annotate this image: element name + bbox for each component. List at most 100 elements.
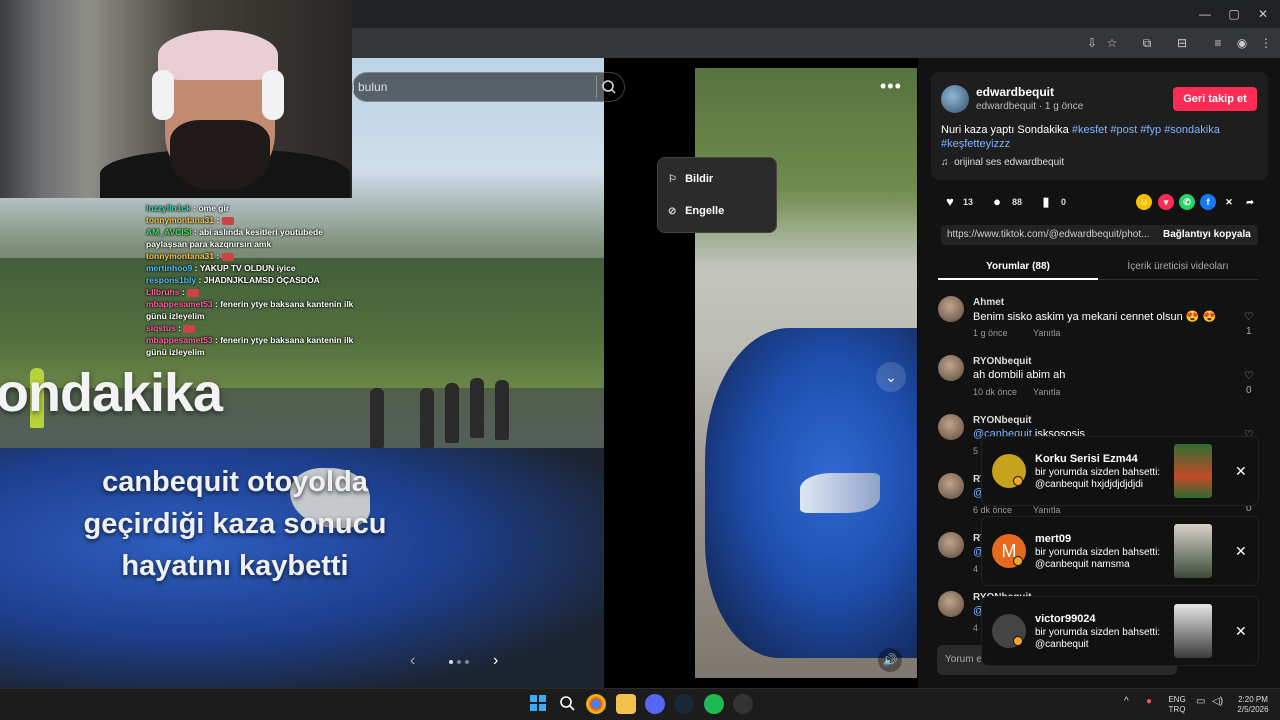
carousel-dot[interactable] [457, 660, 461, 664]
comment-icon[interactable]: ● [989, 194, 1005, 210]
steam-icon[interactable] [674, 694, 694, 714]
webcam-cap [158, 30, 278, 80]
discord-icon[interactable] [645, 694, 665, 714]
close-icon[interactable]: ✕ [1235, 623, 1247, 640]
comment-avatar[interactable] [938, 591, 964, 617]
music-label: orijinal ses edwardbequit [954, 157, 1065, 168]
tab-comments[interactable]: Yorumlar (88) [938, 254, 1098, 280]
close-icon[interactable]: ✕ [1235, 543, 1247, 560]
chat-message: Lllbruhs : [146, 286, 354, 298]
heart-icon[interactable]: ♥ [942, 194, 958, 210]
carousel-dot[interactable] [449, 660, 453, 664]
spotify-icon[interactable] [704, 694, 724, 714]
browser-menu-icon[interactable]: ⋮ [1256, 34, 1276, 52]
author-name[interactable]: edwardbequit [976, 85, 1054, 99]
chat-message: siqstus : [146, 322, 354, 334]
chrome-icon[interactable] [586, 694, 606, 714]
language-indicator[interactable]: ENG TRQ [1166, 695, 1188, 715]
comment-time: 4 [973, 564, 979, 574]
notification-thumbnail[interactable] [1174, 524, 1212, 578]
network-icon[interactable]: ▭ [1196, 696, 1205, 707]
volume-icon[interactable]: 🔊 [878, 648, 902, 672]
comment-like-icon[interactable]: ♡ [1244, 369, 1254, 382]
menu-item-block[interactable]: ⊘ Engelle [668, 205, 724, 217]
bookmark-star-icon[interactable]: ☆ [1102, 34, 1122, 52]
x-icon[interactable]: ✕ [1221, 194, 1237, 210]
app-icon[interactable] [733, 694, 753, 714]
install-icon[interactable]: ⇩ [1082, 34, 1102, 52]
author-avatar[interactable] [941, 85, 969, 113]
search-bar[interactable] [352, 72, 625, 102]
microphone-icon[interactable]: ● [1146, 696, 1152, 707]
mention-badge-icon [1013, 476, 1023, 486]
close-window-icon[interactable]: ✕ [1248, 5, 1278, 23]
comment-text: Benim sisko askim ya mekani cennet olsun… [973, 310, 1216, 323]
clock[interactable]: 2:20 PM 2/5/2026 [1230, 695, 1276, 715]
stream-chat: lnzzylln1ck : ome gir tonnymontana31 : AM… [146, 202, 354, 358]
copy-link-button[interactable]: Bağlantıyı kopyala [1163, 229, 1251, 240]
chat-separator: : [196, 275, 204, 285]
comment-author[interactable]: RYONbequit [973, 356, 1032, 367]
start-icon[interactable] [528, 694, 548, 714]
reply-button[interactable]: Yanıtla [1033, 328, 1060, 338]
maximize-icon[interactable]: ▢ [1219, 5, 1249, 23]
search-icon[interactable] [557, 694, 577, 714]
chat-text: ome gir [198, 203, 230, 213]
volume-icon[interactable]: ◁) [1212, 696, 1223, 707]
comment-avatar[interactable] [938, 355, 964, 381]
chat-username: tonnymontana31 [146, 251, 215, 261]
chat-username: Lllbruhs [146, 287, 180, 297]
photo-person [445, 383, 459, 443]
whatsapp-icon[interactable]: ✆ [1179, 194, 1195, 210]
minimize-icon[interactable]: — [1190, 5, 1220, 23]
facebook-icon[interactable]: f [1200, 194, 1216, 210]
carousel-prev-icon[interactable]: ‹ [410, 652, 415, 670]
comment-avatar[interactable] [938, 532, 964, 558]
chat-username: mertinhoo9 [146, 263, 193, 273]
comment-like-count: 0 [1246, 385, 1252, 396]
share-send-icon[interactable]: ▾ [1158, 194, 1174, 210]
tab-creator-videos[interactable]: İçerik üreticisi videoları [1098, 254, 1258, 280]
chat-username: mbappesamet53 [146, 335, 213, 345]
comment-like-icon[interactable]: ♡ [1244, 310, 1254, 323]
comment-avatar[interactable] [938, 414, 964, 440]
share-arrow-icon[interactable]: ➦ [1242, 194, 1258, 210]
follow-back-button[interactable]: Geri takip et [1173, 87, 1257, 111]
search-input[interactable]: i bulun [352, 80, 387, 94]
reply-button[interactable]: Yanıtla [1033, 387, 1060, 397]
music-info[interactable]: ♫ orijinal ses edwardbequit [941, 157, 1064, 168]
emote-icon [187, 288, 200, 297]
more-options-icon[interactable]: ••• [880, 76, 902, 97]
chat-username: mbappesamet53 [146, 299, 213, 309]
comment-avatar[interactable] [938, 296, 964, 322]
menu-item-label: Bildir [685, 173, 714, 185]
tab-search-icon[interactable]: ⊟ [1172, 34, 1192, 52]
notification-thumbnail[interactable] [1174, 604, 1212, 658]
carousel-dot[interactable] [465, 660, 469, 664]
comment-input[interactable]: Yorum ek [945, 654, 987, 665]
reply-button[interactable]: Yanıtla [1033, 505, 1060, 515]
chat-message: lnzzylln1ck : ome gir [146, 202, 354, 214]
notification-thumbnail[interactable] [1174, 444, 1212, 498]
photo-person [495, 380, 509, 440]
link-url[interactable]: https://www.tiktok.com/@edwardbequit/pho… [947, 229, 1152, 240]
next-video-chevron-icon[interactable]: ⌄ [876, 362, 906, 392]
comment-author[interactable]: RYONbequit [973, 415, 1032, 426]
extensions-icon[interactable]: ⧉ [1137, 34, 1157, 52]
reading-list-icon[interactable]: ≡ [1208, 34, 1228, 52]
share-friends-icon[interactable]: ☺ [1136, 194, 1152, 210]
taskbar [0, 688, 1280, 720]
tray-chevron-icon[interactable]: ^ [1124, 696, 1129, 707]
profile-icon[interactable]: ◉ [1232, 34, 1252, 52]
comment-author[interactable]: Ahmet [973, 297, 1004, 308]
search-icon[interactable] [596, 76, 618, 98]
bookmark-icon[interactable]: ▮ [1038, 194, 1054, 210]
comment-time: 6 dk önce [973, 505, 1013, 515]
file-explorer-icon[interactable] [616, 694, 636, 714]
menu-item-report[interactable]: ⚐ Bildir [668, 173, 713, 185]
chat-separator: : [179, 287, 188, 297]
close-icon[interactable]: ✕ [1235, 463, 1247, 480]
likes-count: 13 [963, 197, 974, 207]
comment-avatar[interactable] [938, 473, 964, 499]
carousel-next-icon[interactable]: › [493, 652, 498, 670]
